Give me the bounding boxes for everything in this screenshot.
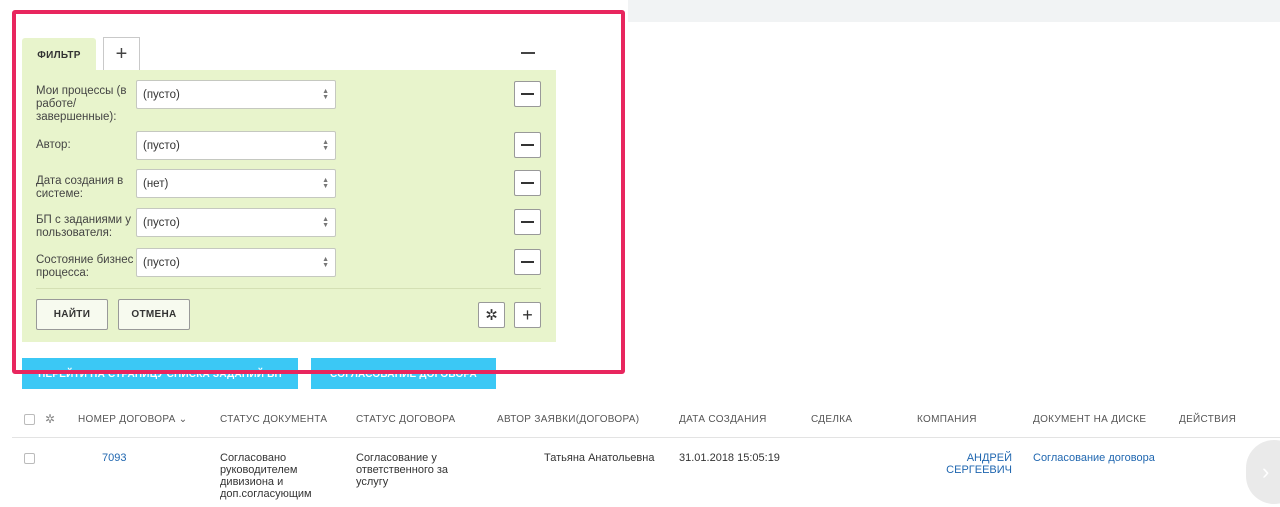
column-actions: ДЕЙСТВИЯ — [1179, 414, 1237, 425]
select-value: (пусто) — [143, 139, 180, 152]
column-label: НОМЕР ДОГОВОРА — [78, 414, 176, 425]
column-company[interactable]: КОМПАНИЯ — [917, 414, 977, 425]
gear-icon: ✲ — [485, 307, 498, 324]
bp-state-select[interactable]: (пусто) ▲ ▼ — [136, 248, 336, 277]
find-button[interactable]: НАЙТИ — [36, 299, 108, 330]
contract-status-cell: Согласование у ответственного за услугу — [356, 452, 449, 488]
chevron-right-icon: › — [1262, 459, 1270, 484]
plus-icon: + — [522, 304, 533, 325]
column-deal[interactable]: СДЕЛКА — [811, 414, 852, 425]
select-arrows-icon: ▲ ▼ — [322, 88, 329, 101]
go-to-tasks-button[interactable]: ПЕРЕЙТИ НА СТРАНИЦУ СПИСКА ЗАДАНИЙ БП — [22, 358, 298, 389]
collapse-filter-button[interactable] — [514, 40, 542, 66]
select-value: (нет) — [143, 177, 169, 190]
created-date-select[interactable]: (нет) ▲ ▼ — [136, 169, 336, 198]
remove-field-button[interactable] — [514, 209, 541, 235]
contract-approval-button[interactable]: СОГЛАСОВАНИЕ ДОГОВОРА — [311, 358, 496, 389]
table-header: ✲ НОМЕР ДОГОВОРА ⌄ СТАТУС ДОКУМЕНТА СТАТ… — [12, 402, 1280, 438]
contract-number-link[interactable]: 7093 — [102, 452, 126, 464]
row-checkbox[interactable] — [24, 453, 35, 464]
cancel-button[interactable]: ОТМЕНА — [118, 299, 190, 330]
disk-doc-link[interactable]: Согласование договора — [1033, 452, 1155, 464]
doc-status-cell: Согласовано руководителем дивизиона и до… — [220, 452, 312, 500]
minus-icon — [521, 221, 534, 223]
remove-field-button[interactable] — [514, 170, 541, 196]
sort-chevron-icon: ⌄ — [178, 414, 188, 425]
column-created[interactable]: ДАТА СОЗДАНИЯ — [679, 414, 767, 425]
bp-tasks-select[interactable]: (пусто) ▲ ▼ — [136, 208, 336, 237]
select-arrows-icon: ▲ ▼ — [322, 256, 329, 269]
author-cell: Татьяна Анатольевна — [544, 452, 655, 464]
author-select[interactable]: (пусто) ▲ ▼ — [136, 131, 336, 160]
gear-icon[interactable]: ✲ — [45, 412, 55, 426]
select-all-checkbox[interactable] — [24, 414, 35, 425]
select-arrows-icon: ▲ ▼ — [322, 216, 329, 229]
minus-icon — [521, 144, 534, 146]
my-processes-select[interactable]: (пусто) ▲ ▼ — [136, 80, 336, 109]
minus-icon — [521, 52, 535, 54]
column-contract-status[interactable]: СТАТУС ДОГОВОРА — [356, 414, 456, 425]
select-arrows-icon: ▲ ▼ — [322, 177, 329, 190]
add-filter-tab-button[interactable]: + — [103, 37, 140, 71]
select-value: (пусто) — [143, 256, 180, 269]
plus-icon: + — [115, 43, 128, 65]
scroll-right-button[interactable]: › — [1246, 440, 1280, 504]
column-contract-number[interactable]: НОМЕР ДОГОВОРА ⌄ — [78, 414, 187, 425]
select-value: (пусто) — [143, 88, 180, 101]
created-cell: 31.01.2018 15:05:19 — [679, 452, 780, 464]
divider — [36, 288, 541, 289]
column-author[interactable]: АВТОР ЗАЯВКИ(ДОГОВОРА) — [497, 414, 639, 425]
filter-label: Дата создания в системе: — [36, 175, 124, 200]
filter-settings-button[interactable]: ✲ — [478, 302, 505, 328]
column-doc-status[interactable]: СТАТУС ДОКУМЕНТА — [220, 414, 327, 425]
company-link[interactable]: АНДРЕЙ СЕРГЕЕВИЧ — [917, 452, 1012, 476]
minus-icon — [521, 261, 534, 263]
filter-label: Мои процессы (в работе/ завершенные): — [36, 85, 127, 123]
select-arrows-icon: ▲ ▼ — [322, 139, 329, 152]
minus-icon — [521, 182, 534, 184]
filter-label: Автор: — [36, 139, 71, 151]
top-strip — [0, 0, 1280, 22]
remove-field-button[interactable] — [514, 132, 541, 158]
remove-field-button[interactable] — [514, 249, 541, 275]
select-value: (пусто) — [143, 216, 180, 229]
filter-label: БП с заданиями у пользователя: — [36, 214, 132, 239]
remove-field-button[interactable] — [514, 81, 541, 107]
column-disk-doc[interactable]: ДОКУМЕНТ НА ДИСКЕ — [1033, 414, 1146, 425]
tab-filter[interactable]: ФИЛЬТР — [22, 38, 96, 72]
minus-icon — [521, 93, 534, 95]
filter-panel: Мои процессы (в работе/ завершенные): (п… — [22, 70, 556, 342]
add-field-button[interactable]: + — [514, 302, 541, 328]
filter-label: Состояние бизнес процесса: — [36, 254, 134, 279]
